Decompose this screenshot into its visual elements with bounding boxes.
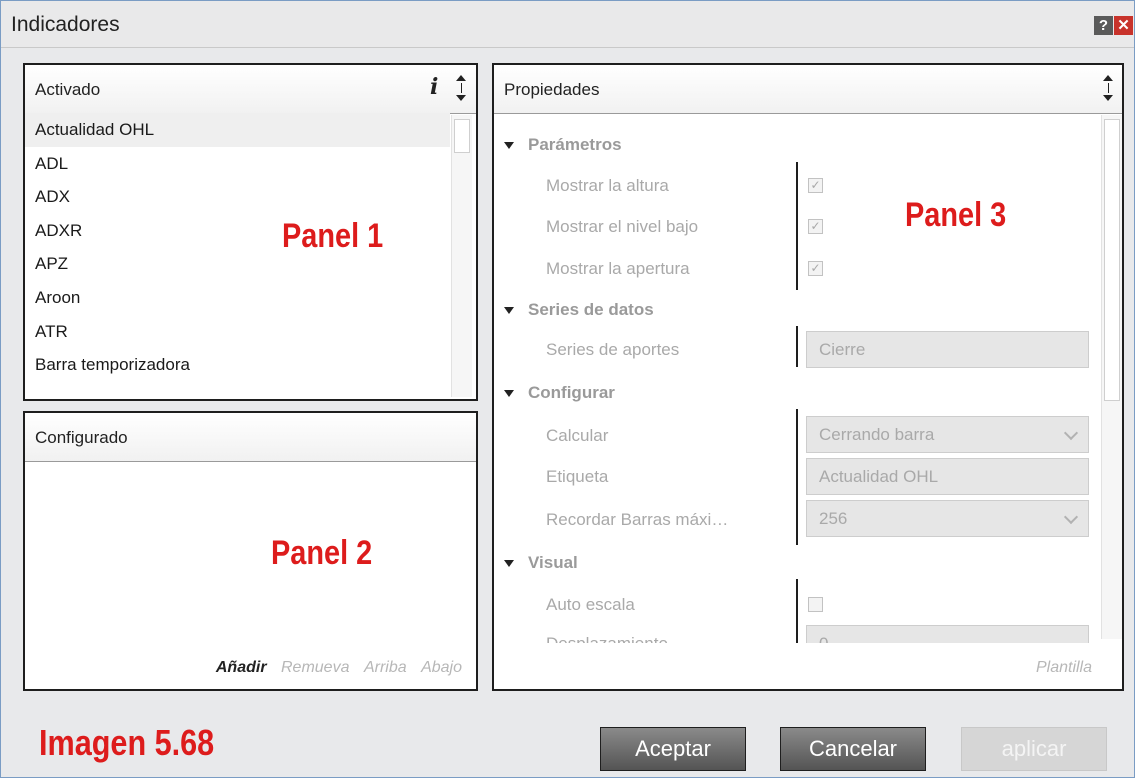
prop-label: Etiqueta bbox=[546, 467, 609, 486]
calculate-select[interactable]: Cerrando barra bbox=[806, 416, 1089, 453]
chevron-down-icon bbox=[1063, 425, 1079, 441]
category-series[interactable]: Series de datos bbox=[504, 300, 654, 320]
cancel-button[interactable]: Cancelar bbox=[780, 727, 926, 771]
max-bars-select[interactable]: 256 bbox=[806, 500, 1089, 537]
category-configurar[interactable]: Configurar bbox=[504, 383, 615, 403]
image-caption: Imagen 5.68 bbox=[39, 722, 215, 763]
properties-panel: Propiedades Parámetros Mostrar la altura… bbox=[492, 63, 1124, 691]
expand-triangle-icon bbox=[504, 307, 514, 315]
property-grid: Parámetros Mostrar la altura ✓ Mostrar e… bbox=[494, 113, 1094, 643]
properties-title: Propiedades bbox=[504, 80, 600, 99]
label-field[interactable]: Actualidad OHL bbox=[806, 458, 1089, 495]
list-item[interactable]: APZ bbox=[25, 247, 450, 281]
prop-label: Recordar Barras máxi… bbox=[546, 510, 729, 529]
help-icon[interactable]: ? bbox=[1094, 16, 1113, 35]
properties-header: Propiedades bbox=[494, 65, 1122, 114]
configured-header: Configurado bbox=[25, 413, 476, 462]
apply-button[interactable]: aplicar bbox=[961, 727, 1107, 771]
prop-label: Mostrar la altura bbox=[546, 176, 669, 195]
show-low-checkbox[interactable]: ✓ bbox=[808, 219, 823, 234]
grid-divider[interactable] bbox=[796, 409, 798, 545]
displacement-field[interactable]: 0 bbox=[806, 625, 1089, 643]
configured-panel: Configurado Panel 2 Añadir Remueva Arrib… bbox=[23, 411, 478, 691]
template-link[interactable]: Plantilla bbox=[1036, 659, 1092, 677]
chevron-down-icon bbox=[1063, 509, 1079, 525]
scrollbar-thumb[interactable] bbox=[454, 119, 470, 153]
input-series-field[interactable]: Cierre bbox=[806, 331, 1089, 368]
grid-divider[interactable] bbox=[796, 579, 798, 643]
grid-divider[interactable] bbox=[796, 162, 798, 290]
window-title: Indicadores bbox=[11, 13, 120, 36]
indicator-list-scrollbar[interactable] bbox=[451, 115, 472, 397]
list-item[interactable]: ATR bbox=[25, 315, 450, 349]
panel1-annotation: Panel 1 bbox=[282, 217, 384, 255]
prop-label: Auto escala bbox=[546, 595, 635, 614]
show-high-checkbox[interactable]: ✓ bbox=[808, 178, 823, 193]
auto-scale-checkbox[interactable] bbox=[808, 597, 823, 612]
indicators-dialog: Indicadores ? ✕ Activado i Actualidad OH… bbox=[0, 0, 1135, 778]
activated-header: Activado i bbox=[25, 65, 476, 114]
remove-link[interactable]: Remueva bbox=[281, 659, 349, 676]
panel3-annotation: Panel 3 bbox=[905, 196, 1007, 234]
info-icon[interactable]: i bbox=[430, 74, 438, 100]
prop-label: Series de aportes bbox=[546, 340, 680, 359]
sort-arrows-icon[interactable] bbox=[456, 72, 470, 106]
grid-divider[interactable] bbox=[796, 326, 798, 367]
prop-label: Desplazamiento bbox=[546, 634, 668, 643]
up-link[interactable]: Arriba bbox=[364, 659, 407, 676]
configured-actions: Añadir Remueva Arriba Abajo bbox=[206, 659, 462, 677]
activated-title: Activado bbox=[35, 80, 101, 99]
title-bar: Indicadores ? ✕ bbox=[1, 1, 1134, 48]
list-item[interactable]: ADL bbox=[25, 147, 450, 181]
prop-label: Mostrar la apertura bbox=[546, 259, 690, 278]
list-item[interactable]: ADXR bbox=[25, 214, 450, 248]
list-item[interactable]: ADX bbox=[25, 180, 450, 214]
scrollbar-thumb[interactable] bbox=[1104, 119, 1120, 401]
configured-title: Configurado bbox=[35, 428, 128, 447]
category-parametros[interactable]: Parámetros bbox=[504, 135, 622, 155]
expand-triangle-icon bbox=[504, 390, 514, 398]
expand-triangle-icon bbox=[504, 142, 514, 150]
category-visual[interactable]: Visual bbox=[504, 553, 578, 573]
close-icon[interactable]: ✕ bbox=[1114, 16, 1133, 35]
prop-label: Mostrar el nivel bajo bbox=[546, 217, 699, 236]
list-item[interactable]: Actualidad OHL bbox=[25, 113, 450, 147]
activated-panel: Activado i Actualidad OHL ADL ADX ADXR APZ Ar… bbox=[23, 63, 478, 401]
prop-label: Calcular bbox=[546, 426, 609, 445]
show-open-checkbox[interactable]: ✓ bbox=[808, 261, 823, 276]
indicator-list: Actualidad OHL ADL ADX ADXR APZ Aroon ATR Barra… bbox=[25, 113, 450, 382]
add-link[interactable]: Añadir bbox=[216, 659, 267, 676]
properties-scrollbar[interactable] bbox=[1101, 115, 1122, 639]
sort-arrows-icon[interactable] bbox=[1103, 72, 1117, 106]
panel2-annotation: Panel 2 bbox=[271, 534, 373, 572]
list-item[interactable]: Barra temporizadora bbox=[25, 348, 450, 382]
expand-triangle-icon bbox=[504, 560, 514, 568]
list-item[interactable]: Aroon bbox=[25, 281, 450, 315]
accept-button[interactable]: Aceptar bbox=[600, 727, 746, 771]
down-link[interactable]: Abajo bbox=[421, 659, 462, 676]
